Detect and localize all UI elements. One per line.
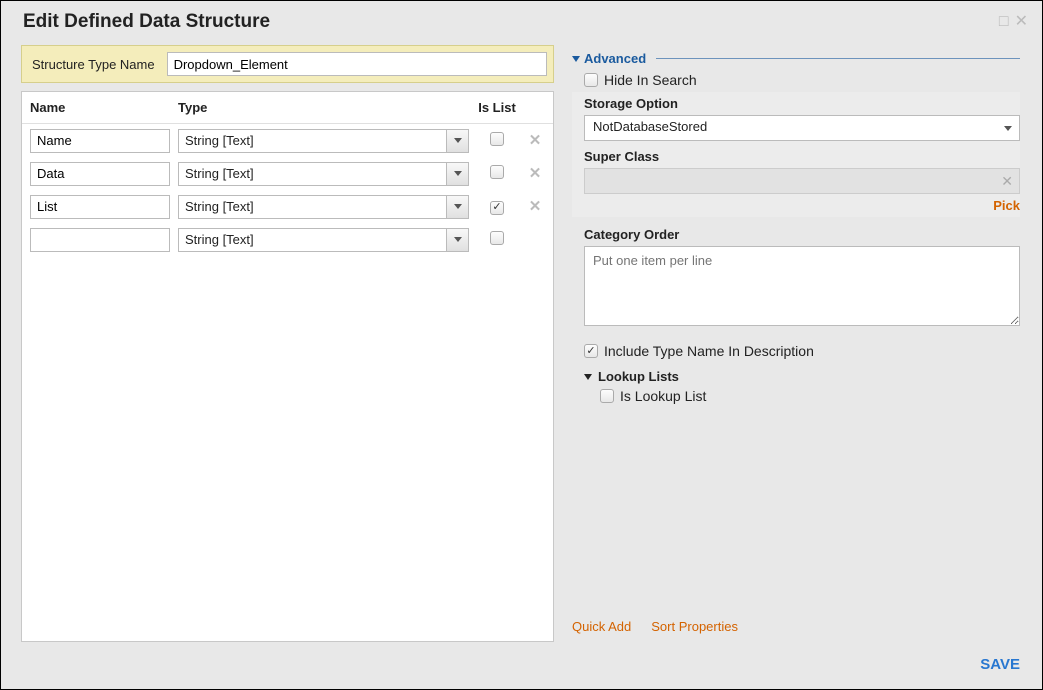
is-lookup-list-checkbox[interactable] [600, 389, 614, 403]
row-type-value: String [Text] [179, 229, 446, 251]
grid-row: String [Text] ✕ [22, 157, 553, 190]
row-type-value: String [Text] [179, 196, 446, 218]
storage-option-label: Storage Option [584, 96, 1020, 111]
titlebar: Edit Defined Data Structure □ ✕ [1, 1, 1042, 39]
row-delete-icon[interactable]: ✕ [529, 132, 542, 149]
row-type-value: String [Text] [179, 130, 446, 152]
chevron-down-icon [997, 116, 1019, 140]
clear-icon[interactable]: ✕ [1001, 173, 1013, 190]
bottom-links: Quick Add Sort Properties [572, 619, 1020, 642]
pick-link[interactable]: Pick [584, 198, 1020, 213]
triangle-down-icon [584, 374, 592, 380]
storage-option-block: Storage Option NotDatabaseStored [572, 92, 1020, 145]
structure-type-name-input[interactable] [167, 52, 547, 76]
lookup-lists-label: Lookup Lists [598, 369, 679, 384]
row-type-value: String [Text] [179, 163, 446, 185]
row-islist-checkbox[interactable] [490, 201, 504, 215]
properties-grid: Name Type Is List String [Text] [21, 91, 554, 642]
left-panel: Structure Type Name Name Type Is List St… [9, 45, 554, 642]
super-class-input[interactable]: ✕ [584, 168, 1020, 194]
hide-in-search-checkbox[interactable] [584, 73, 598, 87]
sort-properties-link[interactable]: Sort Properties [651, 619, 738, 634]
row-name-input[interactable] [30, 129, 170, 153]
close-icon[interactable]: ✕ [1015, 14, 1028, 30]
save-button[interactable]: SAVE [980, 656, 1020, 673]
row-type-select[interactable]: String [Text] [178, 162, 469, 186]
section-divider [656, 58, 1020, 59]
grid-header-type: Type [178, 100, 469, 115]
content-area: Structure Type Name Name Type Is List St… [1, 39, 1042, 646]
structure-type-name-row: Structure Type Name [21, 45, 554, 83]
triangle-down-icon [572, 56, 580, 62]
footer: SAVE [1, 646, 1042, 689]
storage-option-select[interactable]: NotDatabaseStored [584, 115, 1020, 141]
grid-header-islist: Is List [477, 100, 517, 115]
row-islist-checkbox[interactable] [490, 132, 504, 146]
chevron-down-icon [446, 163, 468, 185]
include-type-name-checkbox[interactable] [584, 344, 598, 358]
dialog-edit-data-structure: Edit Defined Data Structure □ ✕ Structur… [0, 0, 1043, 690]
grid-row: String [Text] ✕ [22, 190, 553, 223]
category-order-label: Category Order [584, 227, 1020, 242]
hide-in-search-row: Hide In Search [584, 72, 1020, 88]
storage-option-value: NotDatabaseStored [585, 116, 997, 140]
super-class-block: Super Class ✕ Pick [572, 145, 1020, 217]
structure-type-name-label: Structure Type Name [32, 57, 155, 72]
super-class-label: Super Class [584, 149, 1020, 164]
row-name-input[interactable] [30, 195, 170, 219]
grid-header: Name Type Is List [22, 92, 553, 124]
grid-row: String [Text] [22, 223, 553, 256]
is-lookup-list-row: Is Lookup List [584, 388, 1020, 404]
row-islist-checkbox[interactable] [490, 165, 504, 179]
advanced-section-label: Advanced [584, 51, 646, 66]
right-panel: Advanced Hide In Search Storage Option N… [572, 45, 1034, 642]
row-delete-icon[interactable]: ✕ [529, 198, 542, 215]
chevron-down-icon [446, 130, 468, 152]
row-name-input[interactable] [30, 228, 170, 252]
row-delete-icon[interactable]: ✕ [529, 165, 542, 182]
lookup-lists-section-header[interactable]: Lookup Lists [584, 369, 1020, 384]
category-order-textarea[interactable] [584, 246, 1020, 326]
is-lookup-list-label: Is Lookup List [620, 388, 706, 404]
row-type-select[interactable]: String [Text] [178, 129, 469, 153]
quick-add-link[interactable]: Quick Add [572, 619, 631, 634]
row-type-select[interactable]: String [Text] [178, 228, 469, 252]
hide-in-search-label: Hide In Search [604, 72, 697, 88]
grid-row: String [Text] ✕ [22, 124, 553, 157]
include-type-name-row: Include Type Name In Description [584, 343, 1020, 359]
chevron-down-icon [446, 229, 468, 251]
row-type-select[interactable]: String [Text] [178, 195, 469, 219]
window-buttons: □ ✕ [999, 14, 1028, 30]
grid-header-name: Name [30, 100, 170, 115]
chevron-down-icon [446, 196, 468, 218]
row-islist-checkbox[interactable] [490, 231, 504, 245]
maximize-icon[interactable]: □ [999, 14, 1009, 30]
dialog-title: Edit Defined Data Structure [23, 11, 270, 33]
row-name-input[interactable] [30, 162, 170, 186]
include-type-name-label: Include Type Name In Description [604, 343, 814, 359]
advanced-section-header[interactable]: Advanced [572, 51, 1020, 68]
